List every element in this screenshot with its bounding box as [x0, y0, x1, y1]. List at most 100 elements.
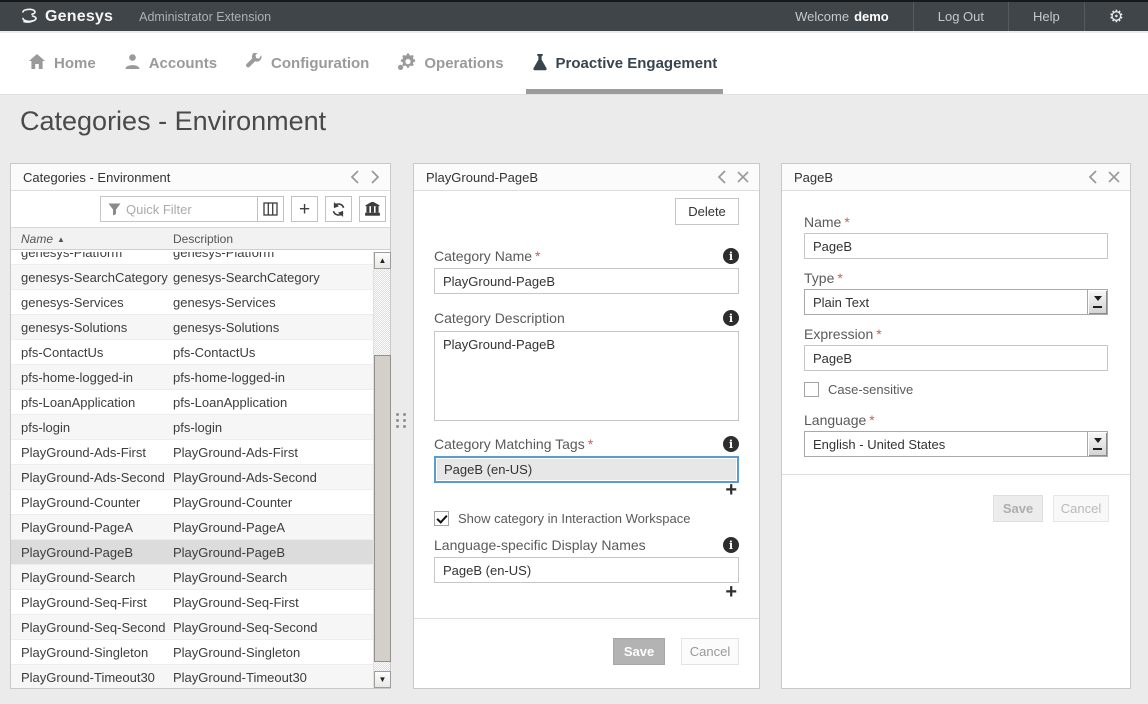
cell-name: PlayGround-Timeout30 [11, 670, 173, 685]
table-row[interactable]: PlayGround-Seq-SecondPlayGround-Seq-Seco… [11, 615, 373, 640]
tag-name-label: Name* [804, 214, 850, 230]
genesys-logo-icon [18, 8, 38, 26]
tag-expression-input[interactable] [804, 345, 1108, 371]
logout-button[interactable]: Log Out [913, 2, 1008, 31]
nav-item-accounts[interactable]: Accounts [124, 33, 217, 94]
nav-item-proactive-engagement[interactable]: Proactive Engagement [532, 33, 718, 94]
info-icon[interactable]: i [723, 248, 739, 264]
add-tag-button[interactable]: + [725, 480, 737, 500]
cell-description: pfs-login [173, 420, 222, 435]
save-button[interactable]: Save [613, 638, 665, 665]
info-icon[interactable]: i [723, 310, 739, 326]
table-row[interactable]: pfs-home-logged-inpfs-home-logged-in [11, 365, 373, 390]
footer-separator [782, 474, 1130, 475]
delete-button[interactable]: Delete [675, 198, 739, 225]
cell-description: PlayGround-Ads-Second [173, 470, 317, 485]
welcome-prefix: Welcome [795, 9, 849, 24]
info-icon[interactable]: i [723, 537, 739, 553]
table-row[interactable]: PlayGround-Ads-FirstPlayGround-Ads-First [11, 440, 373, 465]
scroll-up-button[interactable]: ▲ [374, 252, 391, 269]
welcome-user: Welcome demo [771, 2, 913, 31]
show-in-workspace-label: Show category in Interaction Workspace [458, 511, 690, 526]
show-in-workspace-checkbox-row[interactable]: Show category in Interaction Workspace [434, 511, 690, 526]
cell-name: PlayGround-Singleton [11, 645, 173, 660]
table-row[interactable]: PlayGround-PageBPlayGround-PageB [11, 540, 373, 565]
nav-item-configuration[interactable]: Configuration [245, 33, 369, 94]
table-row[interactable]: pfs-LoanApplicationpfs-LoanApplication [11, 390, 373, 415]
matching-tag-item[interactable]: PageB (en-US) [437, 459, 736, 480]
collapse-left-icon[interactable] [1088, 170, 1098, 184]
settings-button[interactable]: ⚙ [1084, 2, 1148, 31]
tag-type-select[interactable]: Plain Text [804, 289, 1108, 315]
vertical-scrollbar[interactable]: ▲ ▼ [373, 252, 390, 688]
list-toolbar: + [11, 191, 390, 228]
table-row[interactable]: PlayGround-SearchPlayGround-Search [11, 565, 373, 590]
nav-label: Configuration [271, 55, 369, 72]
tag-language-value: English - United States [813, 437, 945, 452]
close-icon[interactable] [737, 171, 749, 183]
cancel-button[interactable]: Cancel [1053, 495, 1109, 522]
info-icon[interactable]: i [723, 436, 739, 452]
cell-name: pfs-login [11, 420, 173, 435]
panel-splitter-handle[interactable] [396, 413, 409, 430]
cell-name: PlayGround-Search [11, 570, 173, 585]
table-row[interactable]: PlayGround-Timeout30PlayGround-Timeout30 [11, 665, 373, 688]
quick-filter-input[interactable] [126, 202, 236, 217]
accounts-icon [124, 53, 141, 74]
case-sensitive-checkbox[interactable] [804, 382, 819, 397]
table-row[interactable]: PlayGround-SingletonPlayGround-Singleton [11, 640, 373, 665]
table-row[interactable]: pfs-loginpfs-login [11, 415, 373, 440]
dropdown-arrow-icon[interactable] [1087, 432, 1107, 456]
flask-icon [532, 53, 548, 75]
close-icon[interactable] [1108, 171, 1120, 183]
table-row[interactable]: PlayGround-CounterPlayGround-Counter [11, 490, 373, 515]
nav-item-operations[interactable]: Operations [397, 33, 503, 94]
add-display-name-button[interactable]: + [725, 582, 737, 602]
required-mark: * [844, 214, 849, 230]
table-row[interactable]: PlayGround-PageAPlayGround-PageA [11, 515, 373, 540]
display-names-label: Language-specific Display Names [434, 537, 646, 553]
column-header-description[interactable]: Description [173, 232, 233, 246]
add-category-button[interactable]: + [291, 196, 318, 222]
cell-description: PlayGround-Ads-First [173, 445, 298, 460]
tag-name-input[interactable] [804, 233, 1108, 259]
show-in-workspace-checkbox[interactable] [434, 511, 449, 526]
quick-filter-box [100, 196, 258, 222]
nav-label: Operations [424, 55, 503, 72]
cell-name: pfs-ContactUs [11, 345, 173, 360]
scrollbar-thumb[interactable] [374, 355, 391, 662]
table-row[interactable]: pfs-ContactUspfs-ContactUs [11, 340, 373, 365]
cell-description: PlayGround-Timeout30 [173, 670, 307, 685]
table-row[interactable]: PlayGround-Ads-SecondPlayGround-Ads-Seco… [11, 465, 373, 490]
help-button[interactable]: Help [1008, 2, 1084, 31]
tag-language-select[interactable]: English - United States [804, 431, 1108, 457]
case-sensitive-checkbox-row[interactable]: Case-sensitive [804, 382, 913, 397]
column-picker-button[interactable] [257, 196, 284, 222]
display-name-input[interactable] [434, 557, 739, 583]
detail-panel-title: PlayGround-PageB [426, 170, 538, 185]
cell-description: PlayGround-Seq-Second [173, 620, 318, 635]
table-row[interactable]: genesys-Platformgenesys-Platform [11, 252, 373, 265]
table-row[interactable]: genesys-SearchCategorygenesys-SearchCate… [11, 265, 373, 290]
scroll-down-button[interactable]: ▼ [374, 671, 391, 688]
column-header-name[interactable]: Name▲ [11, 232, 173, 246]
nav-item-home[interactable]: Home [28, 33, 96, 94]
table-row[interactable]: PlayGround-Seq-FirstPlayGround-Seq-First [11, 590, 373, 615]
home-icon [28, 53, 46, 74]
nav-label: Proactive Engagement [556, 55, 718, 72]
category-name-input[interactable] [434, 268, 739, 294]
tenant-directory-button[interactable] [359, 196, 386, 222]
refresh-button[interactable] [325, 196, 352, 222]
collapse-left-icon[interactable] [350, 170, 360, 184]
cell-name: genesys-Services [11, 295, 173, 310]
dropdown-arrow-icon[interactable] [1087, 290, 1107, 314]
expand-right-icon[interactable] [370, 170, 380, 184]
tag-type-value: Plain Text [813, 295, 869, 310]
matching-tags-listbox[interactable]: PageB (en-US) [434, 456, 739, 483]
table-row[interactable]: genesys-Solutionsgenesys-Solutions [11, 315, 373, 340]
save-button[interactable]: Save [993, 495, 1043, 522]
cancel-button[interactable]: Cancel [681, 638, 739, 665]
category-description-textarea[interactable]: PlayGround-PageB [434, 331, 739, 421]
table-row[interactable]: genesys-Servicesgenesys-Services [11, 290, 373, 315]
collapse-left-icon[interactable] [717, 170, 727, 184]
